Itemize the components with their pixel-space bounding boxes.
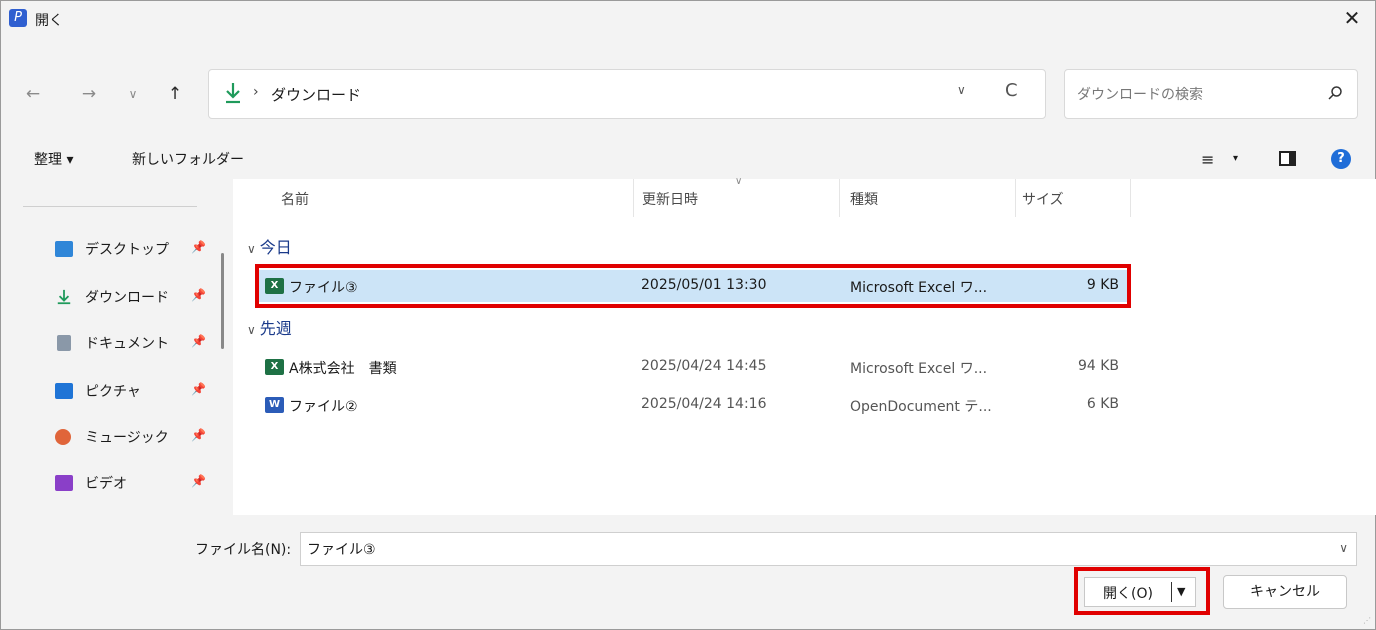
forward-button[interactable]: →: [75, 81, 103, 109]
recent-locations-button[interactable]: ∨: [119, 81, 147, 109]
column-header-size[interactable]: サイズ: [1022, 189, 1064, 209]
column-header-type[interactable]: 種類: [850, 189, 878, 209]
file-row[interactable]: W ファイル② 2025/04/24 14:16 OpenDocument テ.…: [259, 389, 1129, 421]
sidebar-item-label: ビデオ: [85, 476, 127, 492]
file-type: Microsoft Excel ワ...: [850, 361, 988, 377]
navigation-pane: デスクトップ 📌 ダウンロード 📌 ドキュメント 📌 ピクチャ 📌 ミュージック…: [1, 179, 233, 515]
file-modified: 2025/04/24 14:45: [641, 358, 767, 374]
file-size: 6 KB: [1086, 396, 1119, 412]
file-type: OpenDocument テ...: [850, 399, 992, 415]
collapse-chevron-icon: ∨: [247, 323, 256, 337]
column-divider[interactable]: [1130, 179, 1131, 217]
sidebar-divider: [23, 206, 197, 207]
selected-file-highlight: [255, 264, 1131, 308]
group-header-today[interactable]: ∨ 今日: [247, 234, 292, 258]
sidebar-item-label: ダウンロード: [85, 290, 169, 306]
breadcrumb-downloads[interactable]: ダウンロード: [271, 84, 361, 105]
file-name: A株式会社 書類: [289, 361, 397, 377]
new-folder-button[interactable]: 新しいフォルダー: [132, 149, 244, 169]
back-button[interactable]: ←: [19, 81, 47, 109]
excel-file-icon: X: [265, 359, 284, 375]
file-list: 名前 ∨ 更新日時 種類 サイズ ∨ 今日 X ファイル③ 2025/05/01 …: [233, 176, 1376, 515]
help-icon[interactable]: ?: [1331, 149, 1351, 169]
file-row[interactable]: X A株式会社 書類 2025/04/24 14:45 Microsoft Ex…: [259, 351, 1129, 383]
column-header-name[interactable]: 名前: [281, 189, 309, 209]
up-button[interactable]: ↑: [161, 81, 189, 109]
column-divider[interactable]: [839, 179, 840, 217]
sidebar-item-music[interactable]: ミュージック 📌: [49, 423, 219, 453]
preview-pane-icon[interactable]: [1279, 151, 1296, 166]
sidebar-item-label: デスクトップ: [85, 242, 169, 258]
breadcrumb-separator: ›: [253, 84, 259, 100]
sidebar-item-label: ドキュメント: [85, 336, 169, 352]
file-name: ファイル②: [289, 399, 358, 415]
search-placeholder: ダウンロードの検索: [1077, 87, 1203, 103]
view-options-chevron-icon[interactable]: ▾: [1233, 153, 1238, 164]
desktop-icon: [55, 241, 73, 257]
pin-icon: 📌: [191, 240, 206, 254]
close-button[interactable]: ✕: [1329, 1, 1375, 37]
cancel-button[interactable]: キャンセル: [1223, 575, 1347, 609]
organize-menu[interactable]: 整理 ▾: [34, 149, 73, 169]
filename-input[interactable]: ファイル③ ∨: [300, 532, 1357, 566]
sidebar-item-documents[interactable]: ドキュメント 📌: [49, 329, 219, 359]
open-file-dialog: P 開く ✕ ← → ∨ ↑ › ダウンロード ∨ C ダウンロードの検索 整理…: [0, 0, 1376, 630]
view-options-icon[interactable]: ≡: [1201, 150, 1214, 169]
sidebar-item-desktop[interactable]: デスクトップ 📌: [49, 235, 219, 265]
pin-icon: 📌: [191, 474, 206, 488]
column-divider[interactable]: [1015, 179, 1016, 217]
title-bar: P 開く ✕: [1, 1, 1375, 37]
videos-icon: [55, 475, 73, 491]
group-title: 先週: [259, 319, 292, 338]
search-icon[interactable]: [1327, 85, 1343, 101]
file-size: 94 KB: [1077, 358, 1119, 374]
sidebar-item-label: ミュージック: [85, 430, 169, 446]
group-title: 今日: [259, 238, 292, 257]
pictures-icon: [55, 383, 73, 399]
sidebar-item-downloads[interactable]: ダウンロード 📌: [49, 283, 219, 313]
pin-icon: 📌: [191, 334, 206, 348]
group-header-last-week[interactable]: ∨ 先週: [247, 315, 292, 339]
pin-icon: 📌: [191, 288, 206, 302]
column-header-modified[interactable]: 更新日時: [642, 189, 698, 209]
sidebar-item-videos[interactable]: ビデオ 📌: [49, 469, 219, 499]
documents-icon: [57, 335, 71, 351]
download-icon: [57, 289, 71, 305]
search-input[interactable]: ダウンロードの検索: [1064, 69, 1358, 119]
window-title: 開く: [35, 13, 63, 29]
app-icon: P: [9, 9, 27, 27]
collapse-chevron-icon: ∨: [247, 242, 256, 256]
music-icon: [55, 429, 71, 445]
sidebar-scrollbar[interactable]: [221, 253, 224, 349]
resize-grip-icon[interactable]: ⋰: [1363, 616, 1371, 625]
word-file-icon: W: [265, 397, 284, 413]
filename-value[interactable]: ファイル③: [307, 539, 376, 559]
pin-icon: 📌: [191, 382, 206, 396]
filename-label: ファイル名(N):: [195, 542, 292, 558]
open-button-highlight: [1074, 567, 1210, 615]
address-history-chevron-icon[interactable]: ∨: [957, 83, 966, 97]
pin-icon: 📌: [191, 428, 206, 442]
sidebar-item-pictures[interactable]: ピクチャ 📌: [49, 377, 219, 407]
download-icon: [226, 83, 240, 104]
refresh-icon[interactable]: C: [1005, 80, 1018, 101]
file-modified: 2025/04/24 14:16: [641, 396, 767, 412]
sidebar-item-label: ピクチャ: [85, 384, 141, 400]
sort-chevron-icon: ∨: [735, 176, 743, 187]
filename-history-chevron-icon[interactable]: ∨: [1339, 541, 1348, 555]
address-bar[interactable]: › ダウンロード ∨ C: [208, 69, 1046, 119]
column-divider[interactable]: [633, 179, 634, 217]
